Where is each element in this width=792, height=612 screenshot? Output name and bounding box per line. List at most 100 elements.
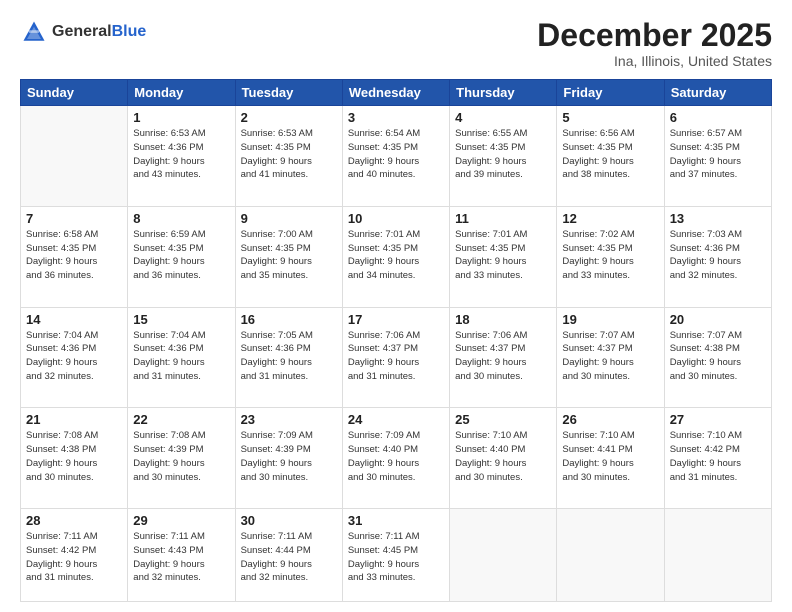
day-info: Sunrise: 7:09 AMSunset: 4:40 PMDaylight:… <box>348 429 444 484</box>
day-number: 25 <box>455 412 551 427</box>
day-number: 4 <box>455 110 551 125</box>
table-row: 16 Sunrise: 7:05 AMSunset: 4:36 PMDayligh… <box>235 307 342 408</box>
day-info: Sunrise: 7:05 AMSunset: 4:36 PMDaylight:… <box>241 329 337 384</box>
day-info: Sunrise: 7:11 AMSunset: 4:42 PMDaylight:… <box>26 530 122 585</box>
calendar-week-row: 7Sunrise: 6:58 AMSunset: 4:35 PMDaylight… <box>21 206 772 307</box>
day-info: Sunrise: 6:54 AMSunset: 4:35 PMDaylight:… <box>348 127 444 182</box>
table-row: 2 Sunrise: 6:53 AMSunset: 4:35 PMDaylight… <box>235 106 342 207</box>
day-number: 14 <box>26 312 122 327</box>
day-info: Sunrise: 6:53 AMSunset: 4:36 PMDaylight:… <box>133 127 229 182</box>
day-info: Sunrise: 7:02 AMSunset: 4:35 PMDaylight:… <box>562 228 658 283</box>
day-number: 10 <box>348 211 444 226</box>
table-row: 27 Sunrise: 7:10 AMSunset: 4:42 PMDayligh… <box>664 408 771 509</box>
day-info: Sunrise: 7:07 AMSunset: 4:38 PMDaylight:… <box>670 329 766 384</box>
day-info: Sunrise: 7:08 AMSunset: 4:38 PMDaylight:… <box>26 429 122 484</box>
col-saturday: Saturday <box>664 80 771 106</box>
day-info: Sunrise: 6:57 AMSunset: 4:35 PMDaylight:… <box>670 127 766 182</box>
day-number: 3 <box>348 110 444 125</box>
day-info: Sunrise: 6:55 AMSunset: 4:35 PMDaylight:… <box>455 127 551 182</box>
day-info: Sunrise: 6:59 AMSunset: 4:35 PMDaylight:… <box>133 228 229 283</box>
table-row: 3 Sunrise: 6:54 AMSunset: 4:35 PMDaylight… <box>342 106 449 207</box>
page: GeneralBlue December 2025 Ina, Illinois,… <box>0 0 792 612</box>
col-friday: Friday <box>557 80 664 106</box>
day-info: Sunrise: 7:01 AMSunset: 4:35 PMDaylight:… <box>455 228 551 283</box>
table-row <box>557 509 664 602</box>
table-row: 13Sunrise: 7:03 AMSunset: 4:36 PMDayligh… <box>664 206 771 307</box>
table-row: 12 Sunrise: 7:02 AMSunset: 4:35 PMDayligh… <box>557 206 664 307</box>
day-info: Sunrise: 7:07 AMSunset: 4:37 PMDaylight:… <box>562 329 658 384</box>
day-number: 26 <box>562 412 658 427</box>
col-wednesday: Wednesday <box>342 80 449 106</box>
table-row: 21 Sunrise: 7:08 AMSunset: 4:38 PMDayligh… <box>21 408 128 509</box>
calendar-table: Sunday Monday Tuesday Wednesday Thursday… <box>20 79 772 602</box>
logo: GeneralBlue <box>20 18 146 46</box>
day-number: 6 <box>670 110 766 125</box>
day-info: Sunrise: 7:09 AMSunset: 4:39 PMDaylight:… <box>241 429 337 484</box>
table-row: 31Sunrise: 7:11 AMSunset: 4:45 PMDayligh… <box>342 509 449 602</box>
day-number: 21 <box>26 412 122 427</box>
table-row: 23 Sunrise: 7:09 AMSunset: 4:39 PMDayligh… <box>235 408 342 509</box>
day-number: 12 <box>562 211 658 226</box>
col-monday: Monday <box>128 80 235 106</box>
calendar-week-row: 14 Sunrise: 7:04 AMSunset: 4:36 PMDayligh… <box>21 307 772 408</box>
location: Ina, Illinois, United States <box>537 53 772 69</box>
table-row: 4 Sunrise: 6:55 AMSunset: 4:35 PMDaylight… <box>450 106 557 207</box>
table-row: 24Sunrise: 7:09 AMSunset: 4:40 PMDayligh… <box>342 408 449 509</box>
day-info: Sunrise: 7:03 AMSunset: 4:36 PMDaylight:… <box>670 228 766 283</box>
day-number: 17 <box>348 312 444 327</box>
table-row: 19 Sunrise: 7:07 AMSunset: 4:37 PMDayligh… <box>557 307 664 408</box>
day-number: 11 <box>455 211 551 226</box>
day-info: Sunrise: 7:04 AMSunset: 4:36 PMDaylight:… <box>133 329 229 384</box>
calendar-week-row: 21 Sunrise: 7:08 AMSunset: 4:38 PMDayligh… <box>21 408 772 509</box>
day-number: 8 <box>133 211 229 226</box>
table-row: 26 Sunrise: 7:10 AMSunset: 4:41 PMDayligh… <box>557 408 664 509</box>
header: GeneralBlue December 2025 Ina, Illinois,… <box>20 18 772 69</box>
table-row: 22Sunrise: 7:08 AMSunset: 4:39 PMDayligh… <box>128 408 235 509</box>
table-row: 10Sunrise: 7:01 AMSunset: 4:35 PMDayligh… <box>342 206 449 307</box>
day-number: 15 <box>133 312 229 327</box>
day-number: 16 <box>241 312 337 327</box>
day-number: 5 <box>562 110 658 125</box>
day-info: Sunrise: 7:11 AMSunset: 4:45 PMDaylight:… <box>348 530 444 585</box>
table-row <box>664 509 771 602</box>
day-info: Sunrise: 7:00 AMSunset: 4:35 PMDaylight:… <box>241 228 337 283</box>
table-row: 6 Sunrise: 6:57 AMSunset: 4:35 PMDaylight… <box>664 106 771 207</box>
day-info: Sunrise: 7:11 AMSunset: 4:44 PMDaylight:… <box>241 530 337 585</box>
day-number: 7 <box>26 211 122 226</box>
table-row: 30 Sunrise: 7:11 AMSunset: 4:44 PMDayligh… <box>235 509 342 602</box>
day-info: Sunrise: 7:10 AMSunset: 4:41 PMDaylight:… <box>562 429 658 484</box>
day-number: 27 <box>670 412 766 427</box>
table-row: 25 Sunrise: 7:10 AMSunset: 4:40 PMDayligh… <box>450 408 557 509</box>
col-tuesday: Tuesday <box>235 80 342 106</box>
calendar-week-row: 1Sunrise: 6:53 AMSunset: 4:36 PMDaylight… <box>21 106 772 207</box>
logo-general: General <box>52 23 112 40</box>
day-number: 29 <box>133 513 229 528</box>
day-number: 23 <box>241 412 337 427</box>
table-row: 8 Sunrise: 6:59 AMSunset: 4:35 PMDaylight… <box>128 206 235 307</box>
title-block: December 2025 Ina, Illinois, United Stat… <box>537 18 772 69</box>
table-row: 17 Sunrise: 7:06 AMSunset: 4:37 PMDayligh… <box>342 307 449 408</box>
table-row: 7Sunrise: 6:58 AMSunset: 4:35 PMDaylight… <box>21 206 128 307</box>
calendar-week-row: 28Sunrise: 7:11 AMSunset: 4:42 PMDayligh… <box>21 509 772 602</box>
table-row: 5Sunrise: 6:56 AMSunset: 4:35 PMDaylight… <box>557 106 664 207</box>
day-info: Sunrise: 6:53 AMSunset: 4:35 PMDaylight:… <box>241 127 337 182</box>
col-sunday: Sunday <box>21 80 128 106</box>
table-row: 11 Sunrise: 7:01 AMSunset: 4:35 PMDayligh… <box>450 206 557 307</box>
table-row: 1Sunrise: 6:53 AMSunset: 4:36 PMDaylight… <box>128 106 235 207</box>
logo-text: GeneralBlue <box>52 23 146 41</box>
logo-icon <box>20 18 48 46</box>
day-info: Sunrise: 7:04 AMSunset: 4:36 PMDaylight:… <box>26 329 122 384</box>
day-info: Sunrise: 7:10 AMSunset: 4:42 PMDaylight:… <box>670 429 766 484</box>
day-number: 18 <box>455 312 551 327</box>
day-info: Sunrise: 7:06 AMSunset: 4:37 PMDaylight:… <box>348 329 444 384</box>
table-row: 14 Sunrise: 7:04 AMSunset: 4:36 PMDayligh… <box>21 307 128 408</box>
day-info: Sunrise: 7:08 AMSunset: 4:39 PMDaylight:… <box>133 429 229 484</box>
day-info: Sunrise: 7:11 AMSunset: 4:43 PMDaylight:… <box>133 530 229 585</box>
day-number: 2 <box>241 110 337 125</box>
day-info: Sunrise: 7:06 AMSunset: 4:37 PMDaylight:… <box>455 329 551 384</box>
day-info: Sunrise: 7:10 AMSunset: 4:40 PMDaylight:… <box>455 429 551 484</box>
table-row: 9Sunrise: 7:00 AMSunset: 4:35 PMDaylight… <box>235 206 342 307</box>
table-row <box>450 509 557 602</box>
day-number: 19 <box>562 312 658 327</box>
day-number: 30 <box>241 513 337 528</box>
